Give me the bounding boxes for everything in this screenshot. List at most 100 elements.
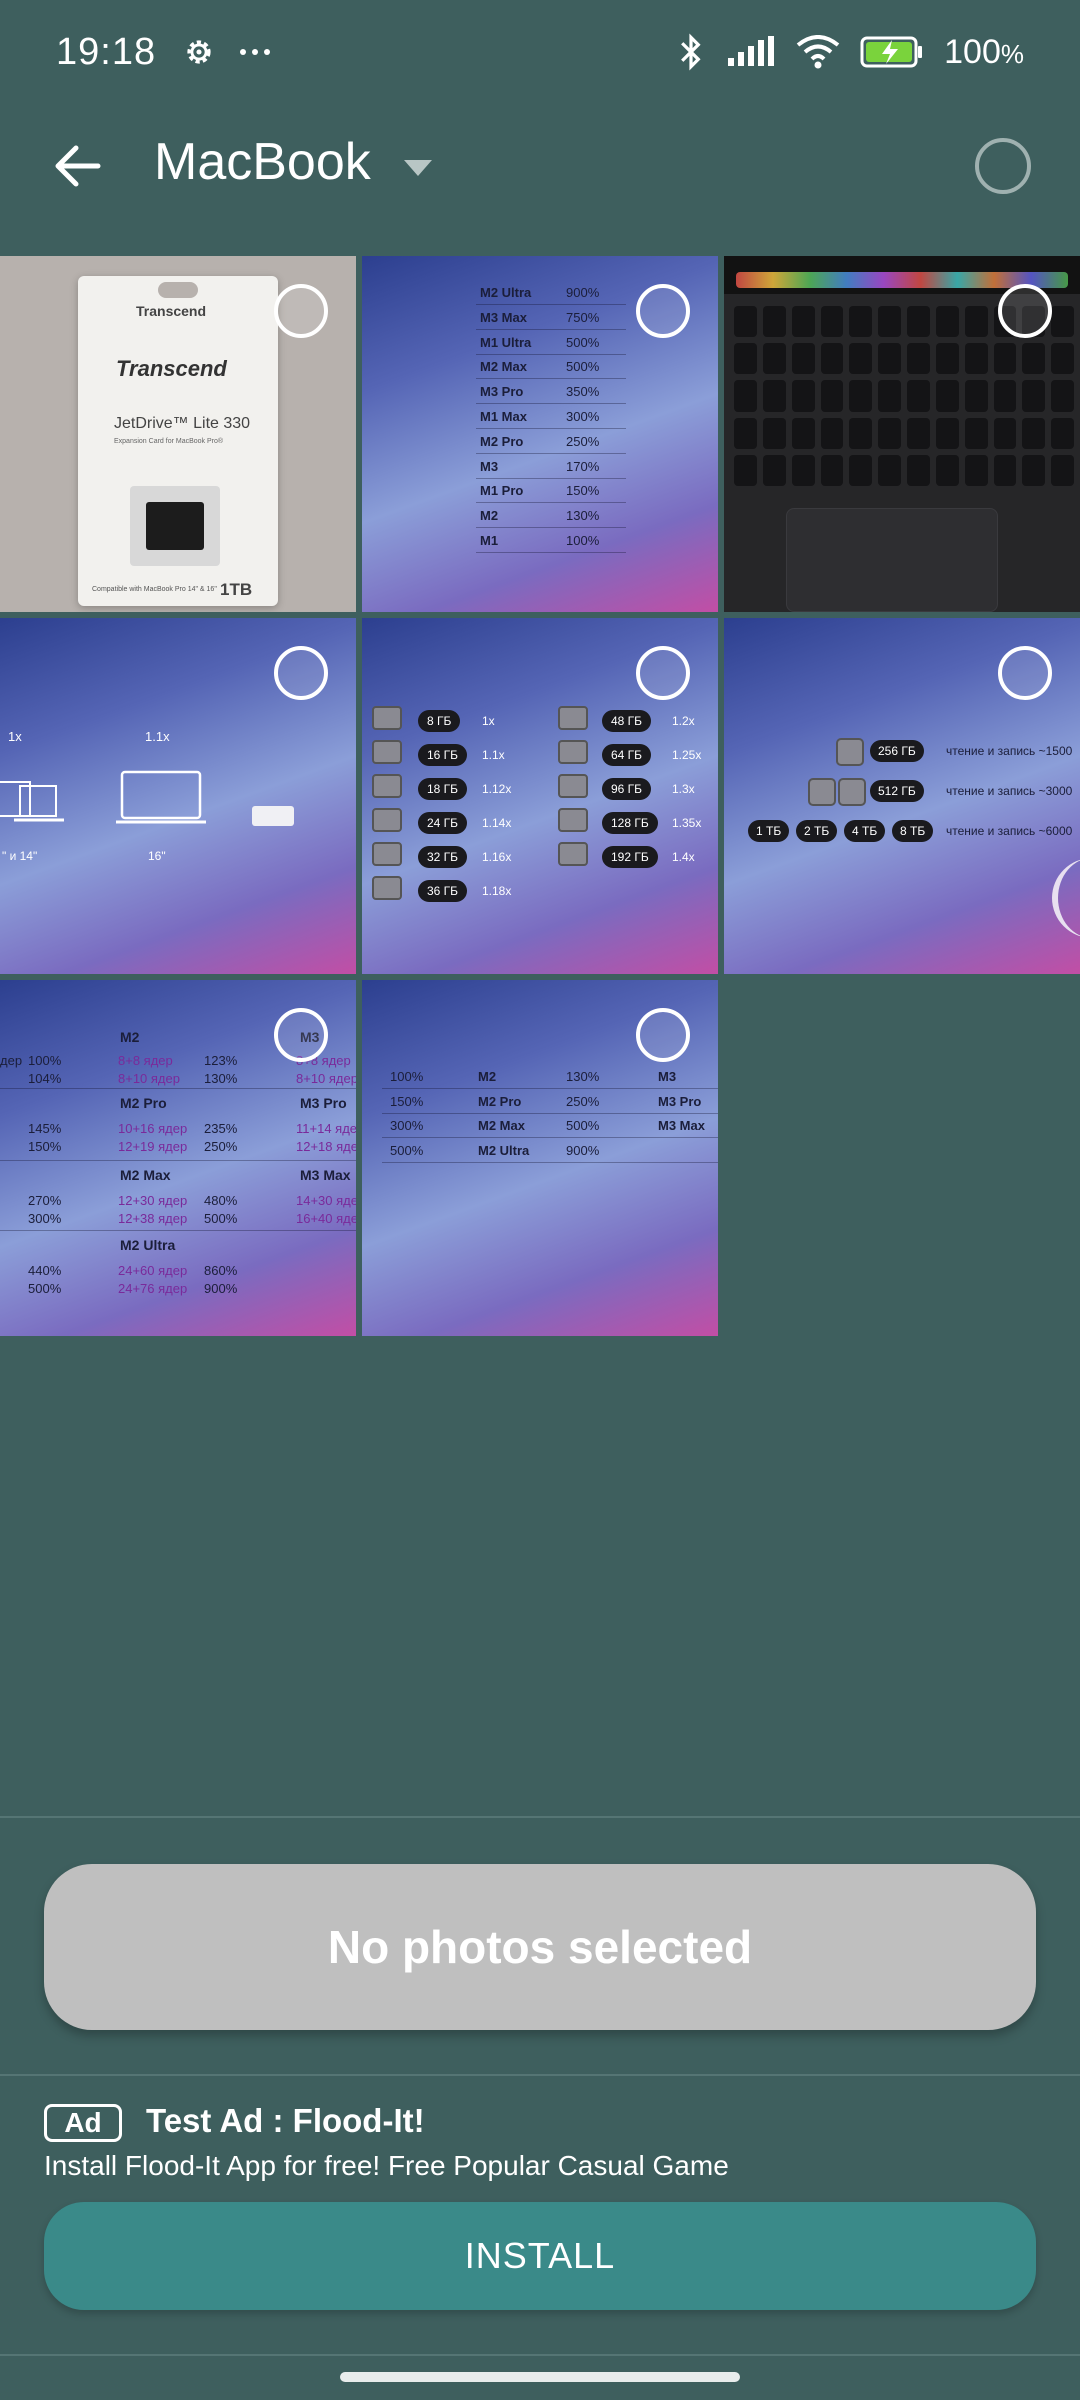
memory-chip-icon [558,808,588,832]
compare-chip: M2 Pro [478,1093,522,1109]
ad-banner[interactable]: Ad Test Ad : Flood-It! Install Flood-It … [0,2078,1080,2354]
select-circle[interactable] [636,646,690,700]
size-label: 16" [148,849,166,863]
wifi-icon [796,35,840,69]
install-button-label: INSTALL [464,2235,616,2276]
photo-tile[interactable]: M2 M2 Pro M2 Max M2 Ultra M3 M3 Pro M3 Max дер 1… [0,980,356,1336]
select-all-toggle[interactable] [975,138,1031,194]
back-button[interactable] [46,134,110,198]
compare-cell: 250% [566,1093,600,1109]
photo-tile[interactable]: 256 ГБ чтение и запись ~1500 512 ГБ чтен… [724,618,1080,974]
caret-down-icon[interactable] [400,154,436,182]
storage-badge: 256 ГБ [870,740,924,762]
cores-cell: 480% [204,1193,238,1208]
select-circle[interactable] [274,646,328,700]
cores-cell: 14+30 ядер [296,1193,356,1208]
storage-badge: 512 ГБ [870,780,924,802]
storage-badge: 4 ТБ [844,820,886,842]
ssd-chip-icon [838,778,866,806]
select-circle[interactable] [636,1008,690,1062]
compare-cell: 150% [390,1093,424,1109]
photo-tile[interactable]: M2 Ultra 900% M3 Max 750% M1 Ultra 500% M2 Max… [362,256,718,612]
keyboard-key [820,454,844,486]
arrow-left-icon [55,145,101,187]
keyboard-key [993,343,1017,375]
memory-chip-icon [558,774,588,798]
select-circle[interactable] [998,284,1052,338]
cores-cell: 860% [204,1263,238,1278]
chip-name: M3 [480,458,499,474]
card-chip [146,502,204,550]
memory-badge: 32 ГБ [418,846,468,868]
keyboard-key [964,380,988,412]
photo-grid: Transcend Transcend JetDrive™ Lite 330 E… [0,256,1080,1336]
memory-badge: 48 ГБ [602,710,652,732]
install-button[interactable]: INSTALL [44,2202,1036,2310]
cores-cell: 300% [28,1211,62,1226]
memory-multiplier: 1.14x [482,816,512,830]
photo-tile[interactable]: 1x 1.1x " и 14" 16" [0,618,356,974]
cores-cell: 12+30 ядер [118,1193,188,1208]
memory-multiplier: 1.12x [482,782,512,796]
cores-cell: 104% [28,1071,62,1086]
no-photos-selected-button[interactable]: No photos selected [44,1864,1036,2030]
photo-tile[interactable]: Transcend Transcend JetDrive™ Lite 330 E… [0,256,356,612]
select-circle[interactable] [274,1008,328,1062]
keyboard-key [935,306,959,338]
ad-title: Test Ad : Flood-It! [146,2102,425,2139]
photo-tile[interactable] [724,256,1080,612]
memory-badge: 18 ГБ [418,778,468,800]
cores-cell: 12+38 ядер [118,1211,188,1226]
photo-tile[interactable]: 100% M2 130% M3 150% M2 Pro 250% M3 Pro 300% M2 M… [362,980,718,1336]
select-circle[interactable] [274,284,328,338]
memory-badge: 16 ГБ [418,744,468,766]
select-circle[interactable] [998,646,1052,700]
cores-cell: 145% [28,1121,62,1136]
compare-chip: M2 Max [478,1118,525,1133]
cores-cell: 12+18 ядер [296,1139,356,1154]
chip-percent: 900% [566,285,600,300]
chip-name: M1 Pro [480,483,524,499]
keyboard-key [1022,380,1046,412]
cores-cell: 8+10 ядер [296,1071,356,1086]
memory-chip-icon [372,706,402,730]
decor-arc [1052,858,1080,938]
photo-tile[interactable]: 8 ГБ 1x 16 ГБ 1.1x 18 ГБ 1.12x 24 ГБ 1.14x 32 ГБ… [362,618,718,974]
keyboard-key [734,454,757,486]
keyboard-key [1051,343,1074,375]
row-divider [0,1160,356,1161]
keyboard-key [820,343,844,375]
keyboard-key [791,306,815,338]
keyboard-key [1051,306,1074,338]
keyboard-key [762,454,786,486]
album-title[interactable]: MacBook [154,132,371,192]
more-dots-icon [240,49,271,55]
keyboard-key [878,306,901,338]
keyboard-key [762,417,786,449]
size-label: " и 14" [2,849,38,863]
chip-header: M3 Max [300,1167,351,1183]
selection-button-label: No photos selected [327,1921,753,1973]
chip-header: M2 Pro [120,1095,167,1111]
row-divider [476,304,626,305]
keyboard-key [1051,417,1074,449]
memory-chip-icon [372,842,402,866]
keyboard-key [907,380,930,412]
home-indicator[interactable] [340,2372,740,2382]
keyboard-key [791,343,815,375]
chip-percent: 150% [566,483,600,499]
keyboard-key [878,454,901,486]
memory-chip-icon [372,740,402,764]
select-circle[interactable] [636,284,690,338]
cores-cell: 16+40 ядер [296,1211,356,1226]
keyboard-key [762,380,786,412]
memory-multiplier: 1.25x [672,748,702,762]
memory-multiplier: 1x [482,714,495,728]
mac-mini-icon [252,806,294,826]
keyboard-key [849,343,873,375]
compare-cell: 300% [390,1118,424,1133]
compare-chip: M3 Max [658,1118,705,1133]
cores-cell: 150% [28,1139,62,1154]
battery-percent: 100% [944,32,1024,71]
keyboard-key [878,380,901,412]
